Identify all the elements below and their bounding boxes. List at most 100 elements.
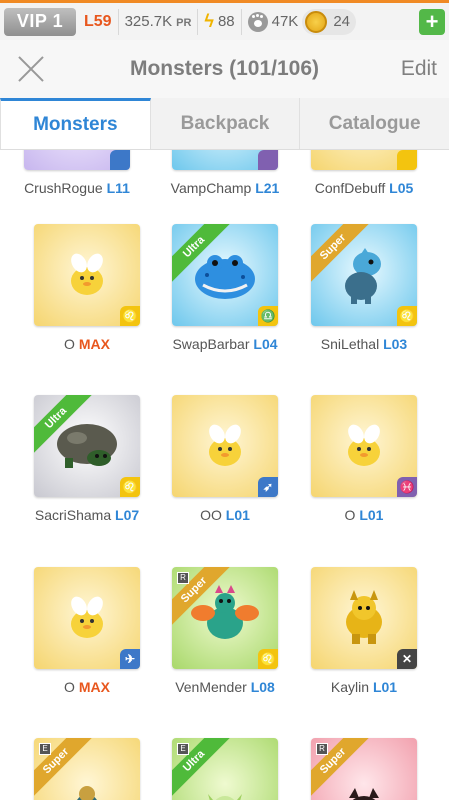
monster-name: Kaylin (330, 679, 370, 695)
frog-monster-icon (195, 255, 255, 299)
monster-label: O MAX (18, 679, 156, 695)
monster-level: L04 (253, 336, 278, 352)
food-stat[interactable]: 47K (247, 11, 299, 32)
element-icon: ♌ (258, 649, 278, 669)
monster-portrait (311, 150, 417, 170)
monster-portrait: Super ♌ (311, 224, 417, 326)
monster-label: O L01 (295, 507, 433, 523)
coin-icon (305, 10, 328, 33)
monster-card[interactable]: VampChamp L21 (156, 150, 294, 196)
player-level: L59 (84, 12, 112, 30)
chick-monster-icon (71, 596, 103, 638)
chick-monster-icon (71, 253, 103, 295)
monster-level: L21 (255, 180, 280, 196)
monster-card[interactable]: ➶ OO L01 (156, 395, 294, 523)
monster-portrait: R Super ♌ (172, 567, 278, 669)
monster-portrait: ♓ (311, 395, 417, 497)
monster-icon (77, 786, 97, 800)
coin-stat[interactable]: 24 (302, 8, 357, 35)
monster-card[interactable]: R Super (295, 738, 433, 800)
monster-card[interactable]: R Super ♌ VenMender L08 (156, 567, 294, 695)
element-icon: ♌ (120, 306, 140, 326)
lightning-icon: ϟ (204, 11, 214, 31)
monster-label: Kaylin L01 (295, 679, 433, 695)
monster-label: VenMender L08 (156, 679, 294, 695)
monster-label: SwapBarbar L04 (156, 336, 294, 352)
tab-catalogue[interactable]: Catalogue (300, 98, 449, 149)
monster-name: O (64, 679, 75, 695)
element-icon (397, 150, 417, 170)
monster-name: O (344, 507, 356, 523)
monster-level: L01 (359, 507, 384, 523)
monster-card[interactable]: ♓ O L01 (295, 395, 433, 523)
energy-stat[interactable]: ϟ 88 (204, 11, 234, 32)
monster-name: VenMender (175, 679, 247, 695)
dino-monster-icon (345, 248, 381, 304)
monster-card[interactable]: ♌ O MAX (18, 224, 156, 352)
rank-tag: R (177, 572, 189, 584)
chick-monster-icon (348, 424, 380, 466)
header: Monsters (101/106) Edit (0, 40, 449, 98)
monster-label: VampChamp L21 (156, 180, 294, 196)
monster-portrait: ➶ (172, 395, 278, 497)
paw-icon (247, 11, 268, 32)
divider (240, 8, 242, 35)
energy-value: 88 (217, 13, 235, 30)
monster-name: CrushRogue (24, 180, 103, 196)
monster-level: L08 (250, 679, 275, 695)
monster-card[interactable]: E Ultra (156, 738, 294, 800)
food-value: 47K (271, 13, 299, 30)
element-icon: ✕ (397, 649, 417, 669)
turtle-monster-icon (57, 424, 117, 468)
page-title: Monsters (101/106) (129, 57, 320, 80)
divider (117, 8, 119, 35)
monster-label: ConfDebuff L05 (295, 180, 433, 196)
element-icon: ♌ (397, 306, 417, 326)
monster-card[interactable]: ✕ Kaylin L01 (295, 567, 433, 695)
power-unit: PR (176, 17, 192, 29)
monster-icon (208, 794, 242, 800)
tab-backpack[interactable]: Backpack (151, 98, 301, 149)
monster-grid: CrushRogue L11 VampChamp L21 ConfDebuff … (0, 150, 449, 800)
element-icon: ➶ (258, 477, 278, 497)
monster-card[interactable]: CrushRogue L11 (8, 150, 146, 196)
close-icon[interactable] (16, 54, 46, 84)
monster-card[interactable]: Ultra ♌ SacriShama L07 (18, 395, 156, 523)
chick-monster-icon (209, 424, 241, 466)
monster-level: L03 (383, 336, 408, 352)
vip-badge[interactable]: VIP 1 (4, 7, 76, 36)
monster-portrait: Ultra ♌ (34, 395, 140, 497)
element-icon (258, 150, 278, 170)
monster-level: L05 (389, 180, 414, 196)
tab-monsters[interactable]: Monsters (0, 98, 151, 149)
coin-value: 24 (333, 13, 351, 30)
rank-tag: E (177, 743, 189, 755)
monster-card[interactable]: Super ♌ SniLethal L03 (295, 224, 433, 352)
monster-name: VampChamp (170, 180, 252, 196)
monster-level: L01 (372, 679, 398, 695)
edit-button[interactable]: Edit (401, 57, 437, 81)
monster-name: SacriShama (34, 507, 112, 523)
monster-card[interactable]: E Super (18, 738, 156, 800)
element-icon: ♎ (258, 306, 278, 326)
monster-name: SniLethal (320, 336, 380, 352)
dragon-monster-icon (191, 585, 259, 639)
divider (197, 8, 199, 35)
monster-portrait: E Super (34, 738, 140, 800)
monster-portrait (24, 150, 130, 170)
monster-portrait: ♌ (34, 224, 140, 326)
monster-level: L11 (106, 180, 130, 196)
monster-card[interactable]: ✈ O MAX (18, 567, 156, 695)
monster-card[interactable]: ConfDebuff L05 (295, 150, 433, 196)
add-coins-button[interactable]: + (419, 8, 445, 35)
monster-portrait (172, 150, 278, 170)
monster-card[interactable]: Ultra ♎ SwapBarbar L04 (156, 224, 294, 352)
monster-label: SniLethal L03 (295, 336, 433, 352)
element-icon: ♓ (397, 477, 417, 497)
monster-level: MAX (78, 679, 110, 695)
monster-portrait: E Ultra (172, 738, 278, 800)
monster-name: OO (200, 507, 222, 523)
monster-label: SacriShama L07 (18, 507, 156, 523)
power-stat: 325.7K PR (125, 13, 192, 30)
monster-label: CrushRogue L11 (8, 180, 146, 196)
